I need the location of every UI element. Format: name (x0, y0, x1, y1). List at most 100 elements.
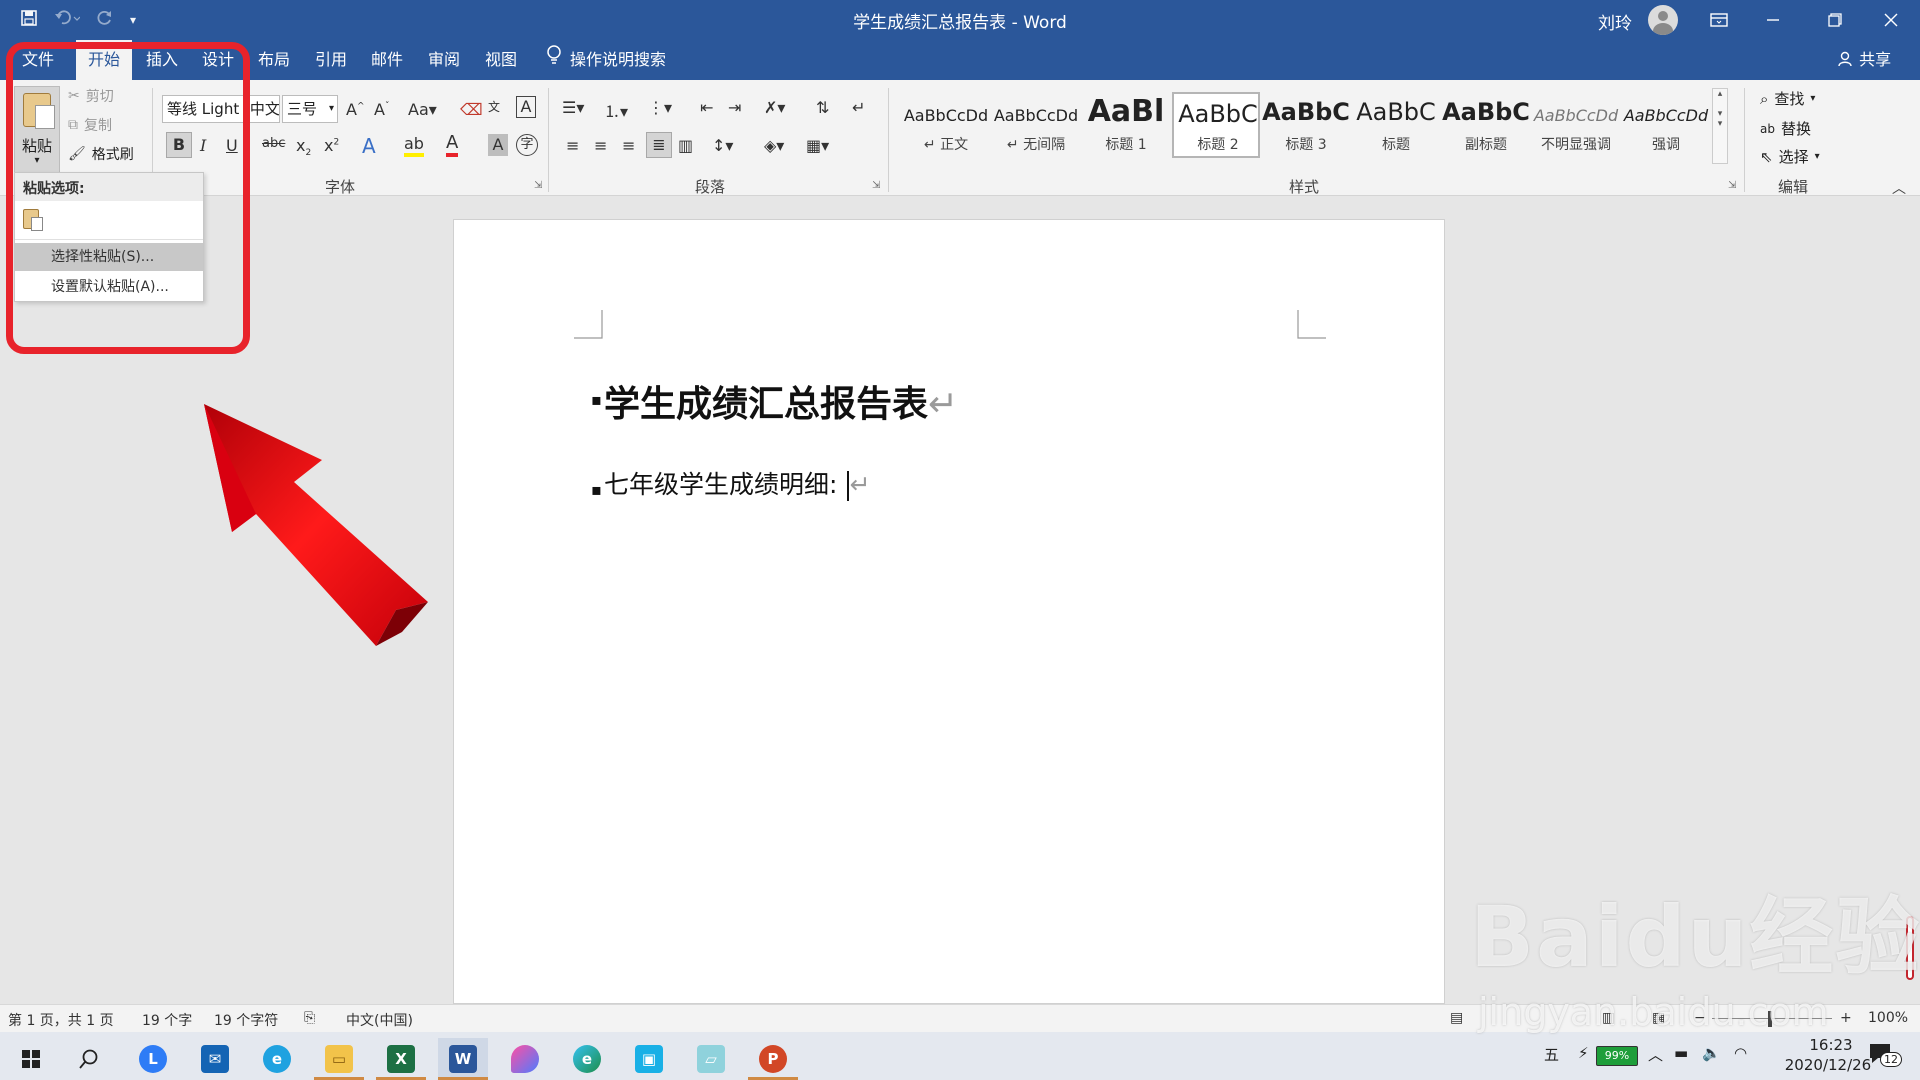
taskbar-app-powerpoint[interactable]: P (748, 1038, 798, 1080)
font-color-icon[interactable]: A (446, 132, 459, 157)
style-name: 标题 (1382, 137, 1410, 153)
collapse-ribbon-icon[interactable]: ︿ (1892, 178, 1906, 198)
battery-icon[interactable]: ▬ (1674, 1044, 1688, 1062)
char-count[interactable]: 19 个字符 (214, 1010, 278, 1030)
highlight-icon[interactable]: ab (404, 134, 424, 157)
restore-icon[interactable] (1808, 0, 1862, 40)
taskbar-app-mail[interactable]: ✉ (190, 1038, 240, 1080)
change-case-icon[interactable]: Aa▾ (408, 100, 437, 119)
dialog-launcher-icon[interactable]: ⇲ (1728, 180, 1736, 191)
chevron-up-icon[interactable]: ︿ (1648, 1044, 1663, 1065)
notification-center[interactable]: 12 (1868, 1042, 1902, 1070)
style-name: 副标题 (1465, 137, 1507, 153)
tab-review[interactable]: 审阅 (416, 40, 472, 80)
style-name: 强调 (1652, 137, 1680, 153)
select-button[interactable]: ⇖ 选择 ▾ (1760, 146, 1820, 167)
show-marks-icon[interactable]: ↵ (852, 98, 865, 117)
style-heading-3[interactable]: AaBbC 标题 3 (1262, 92, 1350, 158)
style-title[interactable]: AaBbC 标题 (1352, 92, 1440, 158)
proofing-icon[interactable]: ⎘ (304, 1010, 315, 1026)
shrink-font-icon[interactable]: Aˇ (374, 100, 389, 119)
subscript-icon[interactable]: x2 (296, 136, 311, 158)
excel-icon: X (387, 1045, 415, 1073)
styles-scroll[interactable]: ▴ ▾ ▾ (1712, 88, 1728, 164)
dialog-launcher-icon[interactable]: ⇲ (534, 180, 542, 191)
line-spacing-icon[interactable]: ↕▾ (712, 136, 733, 155)
taskbar-app-screenshot[interactable]: ▣ (624, 1038, 674, 1080)
tab-references[interactable]: 引用 (303, 40, 359, 80)
superscript-icon[interactable]: x2 (324, 136, 339, 155)
increase-indent-icon[interactable]: ⇥ (728, 98, 741, 117)
style-heading-2[interactable]: AaBbC 标题 2 (1172, 92, 1260, 158)
enclose-characters-icon[interactable]: 字 (516, 134, 538, 156)
style-heading-1[interactable]: AaBl 标题 1 (1082, 92, 1170, 158)
tab-layout[interactable]: 布局 (246, 40, 302, 80)
window-title: 学生成绩汇总报告表 - Word (853, 13, 1067, 33)
font-size-select[interactable]: 三号 ▾ (282, 95, 338, 123)
borders-icon[interactable]: ▦▾ (806, 136, 829, 155)
user-name[interactable]: 刘玲 (1598, 9, 1632, 34)
clear-formatting-icon[interactable]: ⌫ (460, 100, 483, 119)
taskbar-app-lark[interactable]: L (128, 1038, 178, 1080)
taskbar-app-edge[interactable]: e (562, 1038, 612, 1080)
distributed-icon[interactable]: ▥ (678, 136, 693, 155)
taskbar-app-explorer[interactable]: ▭ (314, 1038, 364, 1080)
search-button[interactable] (64, 1038, 114, 1080)
zoom-in-button[interactable]: + (1840, 1010, 1852, 1026)
share-button[interactable]: 共享 (1838, 40, 1891, 80)
style-emphasis[interactable]: AaBbCcDd 强调 (1622, 92, 1710, 158)
style-name: 不明显强调 (1541, 137, 1611, 153)
volume-icon[interactable]: 🔈 (1702, 1044, 1721, 1062)
shading-icon[interactable]: ◈▾ (764, 136, 784, 155)
close-icon[interactable] (1864, 0, 1918, 40)
clock-time[interactable]: 16:23 (1786, 1036, 1876, 1054)
align-center-icon[interactable]: ≡ (594, 136, 607, 155)
battery-indicator[interactable]: 99% (1596, 1046, 1638, 1066)
strikethrough-icon[interactable]: abc (262, 136, 285, 151)
start-button[interactable] (6, 1038, 56, 1080)
justify-icon[interactable]: ≣ (646, 132, 672, 158)
taskbar-app-paint[interactable] (500, 1038, 550, 1080)
minimize-icon[interactable] (1746, 0, 1800, 40)
avatar[interactable] (1648, 5, 1678, 35)
style-subtle-emphasis[interactable]: AaBbCcDd 不明显强调 (1532, 92, 1620, 158)
phonetic-guide-icon[interactable]: 文 (488, 98, 500, 115)
style-no-spacing[interactable]: AaBbCcDd ↵ 无间隔 (992, 92, 1080, 158)
taskbar-app-notes[interactable]: ▱ (686, 1038, 736, 1080)
numbering-icon[interactable]: ⒈▾ (604, 98, 628, 122)
character-border-icon[interactable]: A (516, 96, 536, 118)
chinese-layout-icon[interactable]: ✗▾ (764, 98, 785, 117)
tell-me-search[interactable]: 操作说明搜索 (546, 40, 666, 80)
taskbar-app-excel[interactable]: X (376, 1038, 426, 1080)
style-sample: AaBbC (1442, 98, 1530, 126)
text-effects-icon[interactable]: A (362, 134, 376, 158)
bullets-icon[interactable]: ☰▾ (562, 98, 584, 117)
taskbar-app-ie[interactable]: e (252, 1038, 302, 1080)
page-count[interactable]: 第 1 页，共 1 页 (8, 1010, 114, 1030)
dialog-launcher-icon[interactable]: ⇲ (872, 180, 880, 191)
multilevel-list-icon[interactable]: ⋮▾ (648, 98, 672, 117)
document-paragraph[interactable]: 七年级学生成绩明细: ↵ (604, 465, 870, 501)
zoom-level[interactable]: 100% (1868, 1010, 1908, 1026)
read-mode-icon[interactable]: ▤ (1450, 1010, 1463, 1026)
word-count[interactable]: 19 个字 (142, 1010, 192, 1030)
language[interactable]: 中文(中国) (346, 1010, 413, 1030)
ribbon-display-options-icon[interactable] (1692, 0, 1746, 40)
grow-font-icon[interactable]: A^ (346, 100, 365, 119)
taskbar-app-word[interactable]: W (438, 1038, 488, 1080)
sort-icon[interactable]: ⇅ (816, 98, 829, 117)
tab-mailings[interactable]: 邮件 (359, 40, 415, 80)
document-heading[interactable]: 学生成绩汇总报告表↵ (604, 375, 958, 427)
character-shading-icon[interactable]: A (488, 134, 508, 156)
find-button[interactable]: ⌕ 查找 ▾ (1760, 88, 1815, 109)
style-normal[interactable]: AaBbCcDd ↵ 正文 (902, 92, 990, 158)
align-left-icon[interactable]: ≡ (566, 136, 579, 155)
align-right-icon[interactable]: ≡ (622, 136, 635, 155)
document-page[interactable]: ▪ 学生成绩汇总报告表↵ ▪ 七年级学生成绩明细: ↵ (453, 219, 1445, 1004)
style-subtitle[interactable]: AaBbC 副标题 (1442, 92, 1530, 158)
ime-indicator[interactable]: 五 (1544, 1044, 1559, 1065)
tab-view[interactable]: 视图 (473, 40, 529, 80)
replace-button[interactable]: ab 替换 (1760, 118, 1811, 139)
wifi-icon[interactable]: ◠ (1734, 1044, 1747, 1062)
decrease-indent-icon[interactable]: ⇤ (700, 98, 713, 117)
